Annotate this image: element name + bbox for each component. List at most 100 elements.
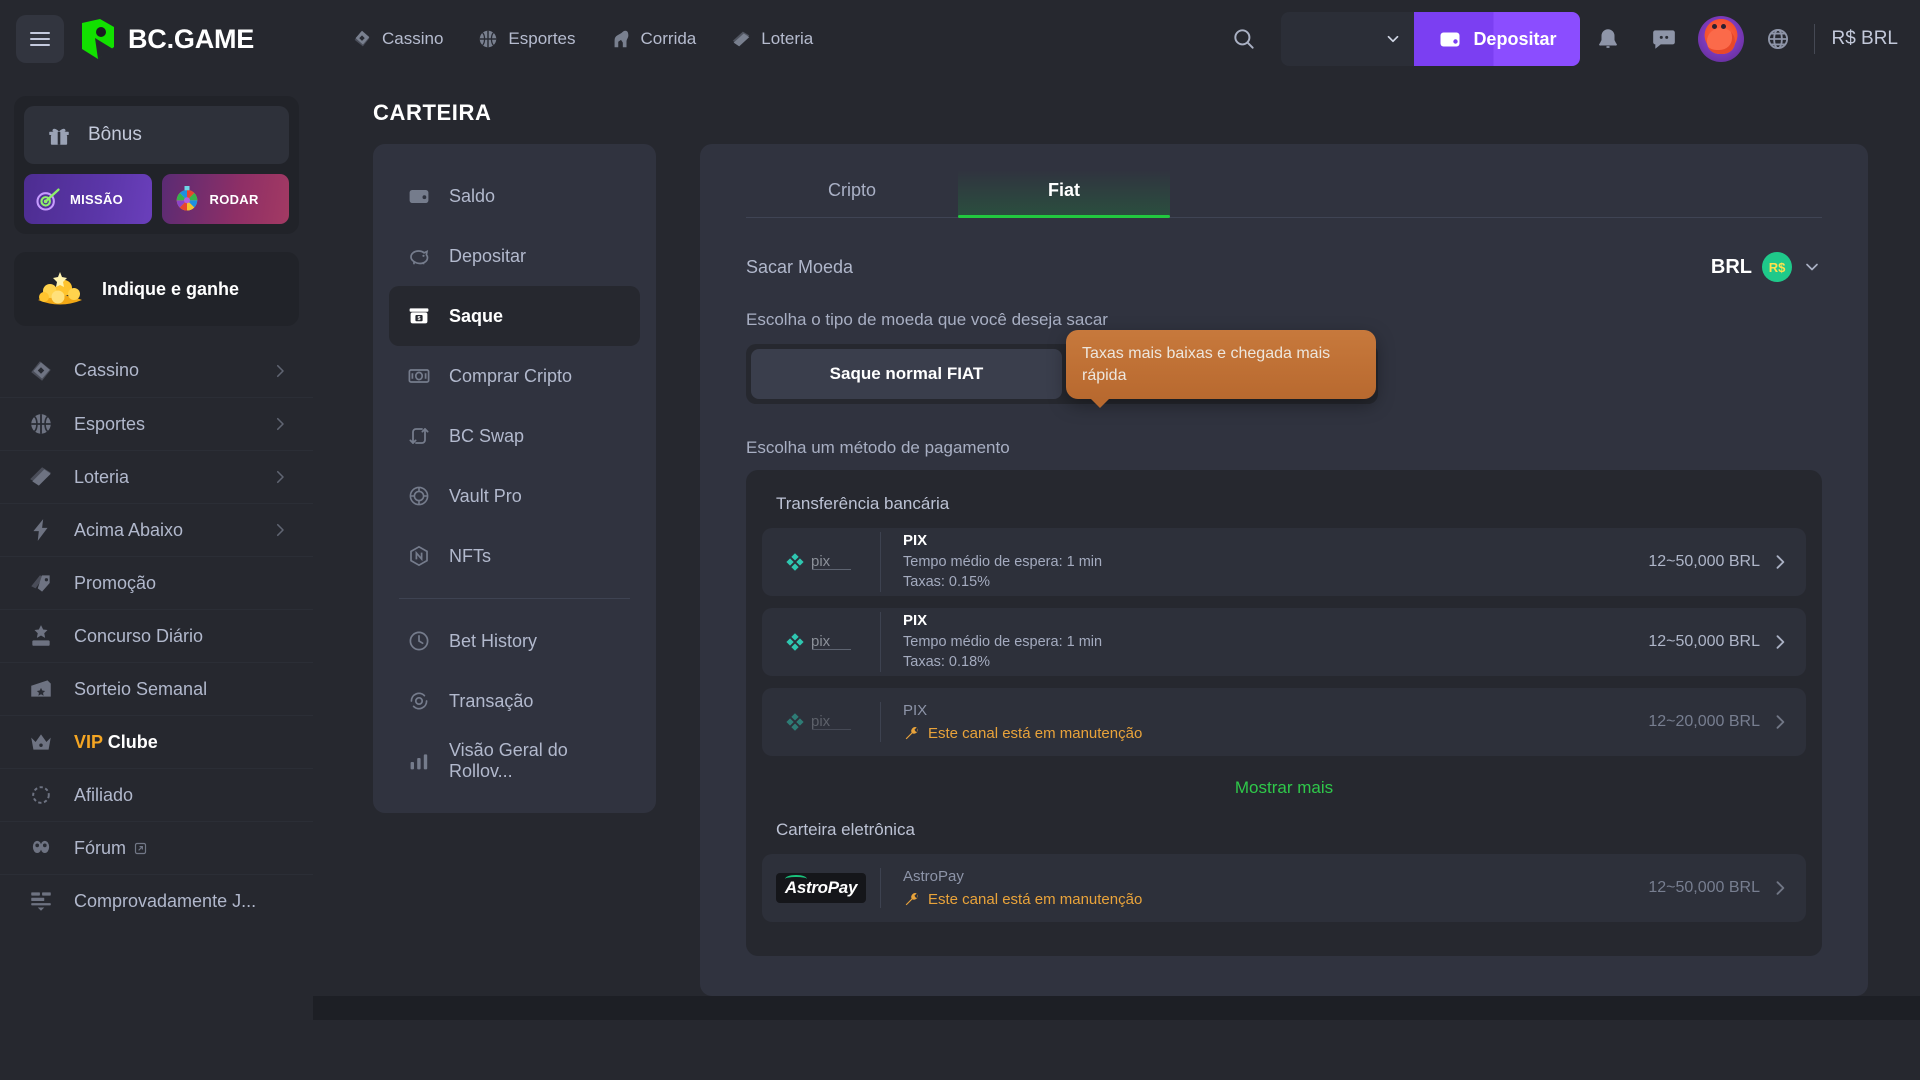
payment-method-row[interactable]: pix PIX Este canal está em manutenção 12… (762, 688, 1806, 756)
wallet-icon (1440, 32, 1460, 47)
sidebar-item-acima-abaixo[interactable]: Acima Abaixo (0, 503, 313, 556)
wallet-item-rollover[interactable]: Visão Geral do Rollov... (389, 731, 640, 791)
transaction-icon (410, 692, 428, 710)
sidebar-item-promocao[interactable]: Promoção (0, 556, 313, 609)
payment-method-body: AstroPay Este canal está em manutenção (880, 868, 1630, 908)
payment-method-wait: Tempo médio de espera: 1 min (903, 633, 1103, 650)
nav-item-corrida[interactable]: Corrida (596, 20, 711, 58)
menu-toggle-button[interactable] (16, 15, 64, 63)
rodar-label: RODAR (209, 191, 259, 207)
payment-method-limit: 12~50,000 BRL (1648, 553, 1760, 570)
sidebar-item-vip-clube[interactable]: VIP Clube (0, 715, 313, 768)
forum-label-text: Fórum (74, 837, 127, 858)
sidebar-item-sorteio-semanal[interactable]: Sorteio Semanal (0, 662, 313, 715)
maintenance-notice: Este canal está em manutenção (903, 725, 1630, 742)
chevron-right-icon (1776, 555, 1785, 569)
chart-icon (410, 754, 428, 770)
brand-logo-link[interactable]: BC.GAME (78, 17, 254, 61)
payment-method-name: AstroPay (903, 868, 964, 886)
pix-mark-icon (785, 553, 804, 571)
wallet-item-depositar[interactable]: Depositar (389, 226, 640, 286)
header-divider (1814, 24, 1816, 54)
top-header: BC.GAME Cassino Esportes Corrida Loteria (0, 0, 1920, 78)
chevron-down-icon (1388, 35, 1399, 43)
bonus-label: Bônus (88, 124, 142, 145)
contest-icon (32, 625, 50, 646)
sidebar-item-afiliado[interactable]: Afiliado (0, 768, 313, 821)
wallet-item-comprar-cripto[interactable]: Comprar Cripto (389, 346, 640, 406)
sidebar-item-concurso-diario[interactable]: Concurso Diário (0, 609, 313, 662)
tab-cripto[interactable]: Cripto (746, 170, 958, 217)
sidebar-item-indique[interactable]: Indique e ganhe (14, 252, 299, 326)
wallet-item-label: Visão Geral do Rollov... (449, 740, 568, 781)
sidebar-item-comprovadamente-justo[interactable]: Comprovadamente J... (0, 874, 313, 927)
sidebar-item-label: Promoção (74, 572, 157, 593)
wallet-item-bc-swap[interactable]: BC Swap (389, 406, 640, 466)
wallet-item-nfts[interactable]: NFTs (389, 526, 640, 586)
nft-icon (410, 545, 428, 567)
globe-icon (1768, 28, 1789, 50)
payment-method-limit: 12~50,000 BRL (1648, 633, 1760, 650)
missao-label: MISSÃO (70, 191, 124, 207)
sidebar-nav: Cassino Esportes Loteria Acima Abaixo Pr… (0, 344, 313, 927)
nav-item-loteria[interactable]: Loteria (716, 20, 827, 58)
svg-text:pix: pix (811, 713, 831, 730)
cards-icon (354, 30, 370, 47)
wallet-item-saque[interactable]: $ Saque (389, 286, 640, 346)
svg-text:pix: pix (811, 553, 831, 570)
segment-saque-normal-fiat[interactable]: Saque normal FIAT (751, 349, 1062, 399)
pix-logo-icon: pix (762, 631, 880, 653)
sidebar-item-label: Comprovadamente J... (74, 890, 257, 911)
payment-method-row[interactable]: pix PIX Tempo médio de espera: 1 min Tax… (762, 608, 1806, 676)
sidebar-item-label: Loteria (74, 466, 130, 487)
avatar[interactable] (1698, 16, 1745, 62)
payment-method-row[interactable]: AstroPay AstroPay Este canal está em man… (762, 854, 1806, 922)
language-button[interactable] (1750, 11, 1806, 67)
burger-line (30, 44, 50, 46)
panel-tabs: Cripto Fiat (746, 170, 1822, 218)
nav-label: Loteria (761, 29, 814, 48)
sidebar-item-cassino[interactable]: Cassino (0, 344, 313, 397)
fairness-icon (31, 892, 51, 911)
wallet-item-bet-history[interactable]: Bet History (389, 611, 640, 671)
chevron-down-icon (1806, 263, 1818, 271)
withdraw-currency-selector[interactable]: BRL R$ (1711, 252, 1822, 282)
header-left: BC.GAME (0, 0, 313, 78)
payment-method-right: 12~20,000 BRL (1630, 712, 1790, 732)
wallet-item-label: Comprar Cripto (449, 365, 573, 386)
wallet-item-transacao[interactable]: Transação (389, 671, 640, 731)
sidebar-item-loteria[interactable]: Loteria (0, 450, 313, 503)
vault-icon (409, 486, 429, 506)
sidebar-item-label: Cassino (74, 360, 140, 380)
payment-method-name: PIX (903, 611, 928, 629)
search-button[interactable] (1217, 12, 1271, 66)
nav-item-esportes[interactable]: Esportes (463, 20, 589, 58)
sidebar-item-esportes[interactable]: Esportes (0, 397, 313, 450)
indique-label: Indique e ganhe (102, 278, 240, 299)
chat-button[interactable] (1636, 11, 1692, 67)
payment-method-row[interactable]: pix PIX Tempo médio de espera: 1 min Tax… (762, 528, 1806, 596)
payment-method-limit: 12~50,000 BRL (1648, 879, 1760, 896)
wallet-item-vault-pro[interactable]: Vault Pro (389, 466, 640, 526)
wallet-item-saldo[interactable]: Saldo (389, 166, 640, 226)
tab-fiat[interactable]: Fiat (958, 170, 1170, 218)
sidebar-item-rodar[interactable]: RODAR (161, 174, 289, 224)
notifications-button[interactable] (1580, 11, 1636, 67)
group-title-ewallet: Carteira eletrônica (776, 820, 915, 839)
nav-item-cassino[interactable]: Cassino (337, 20, 457, 58)
sidebar-item-label: Afiliado (74, 784, 134, 805)
sidebar-item-forum[interactable]: Fórum (0, 821, 313, 874)
chevron-right-icon (276, 470, 284, 484)
wallet-item-label: Transação (449, 690, 534, 711)
sidebar-item-missao[interactable]: MISSÃO (24, 174, 152, 224)
sidebar-item-bonus[interactable]: Bônus (24, 106, 289, 164)
wrench-icon (905, 726, 918, 740)
maintenance-text: Este canal está em manutenção (928, 890, 1143, 908)
page-title: CARTEIRA (373, 100, 492, 125)
payment-method-name: PIX (903, 702, 928, 720)
currency-select[interactable] (1281, 12, 1415, 66)
maintenance-text: Este canal está em manutenção (928, 724, 1143, 742)
segment-converter-criptomoeda[interactable]: Converter em Criptomoeda (1062, 349, 1373, 399)
deposit-button[interactable]: Depositar (1414, 12, 1581, 66)
show-more-button[interactable]: Mostrar mais (762, 768, 1806, 806)
